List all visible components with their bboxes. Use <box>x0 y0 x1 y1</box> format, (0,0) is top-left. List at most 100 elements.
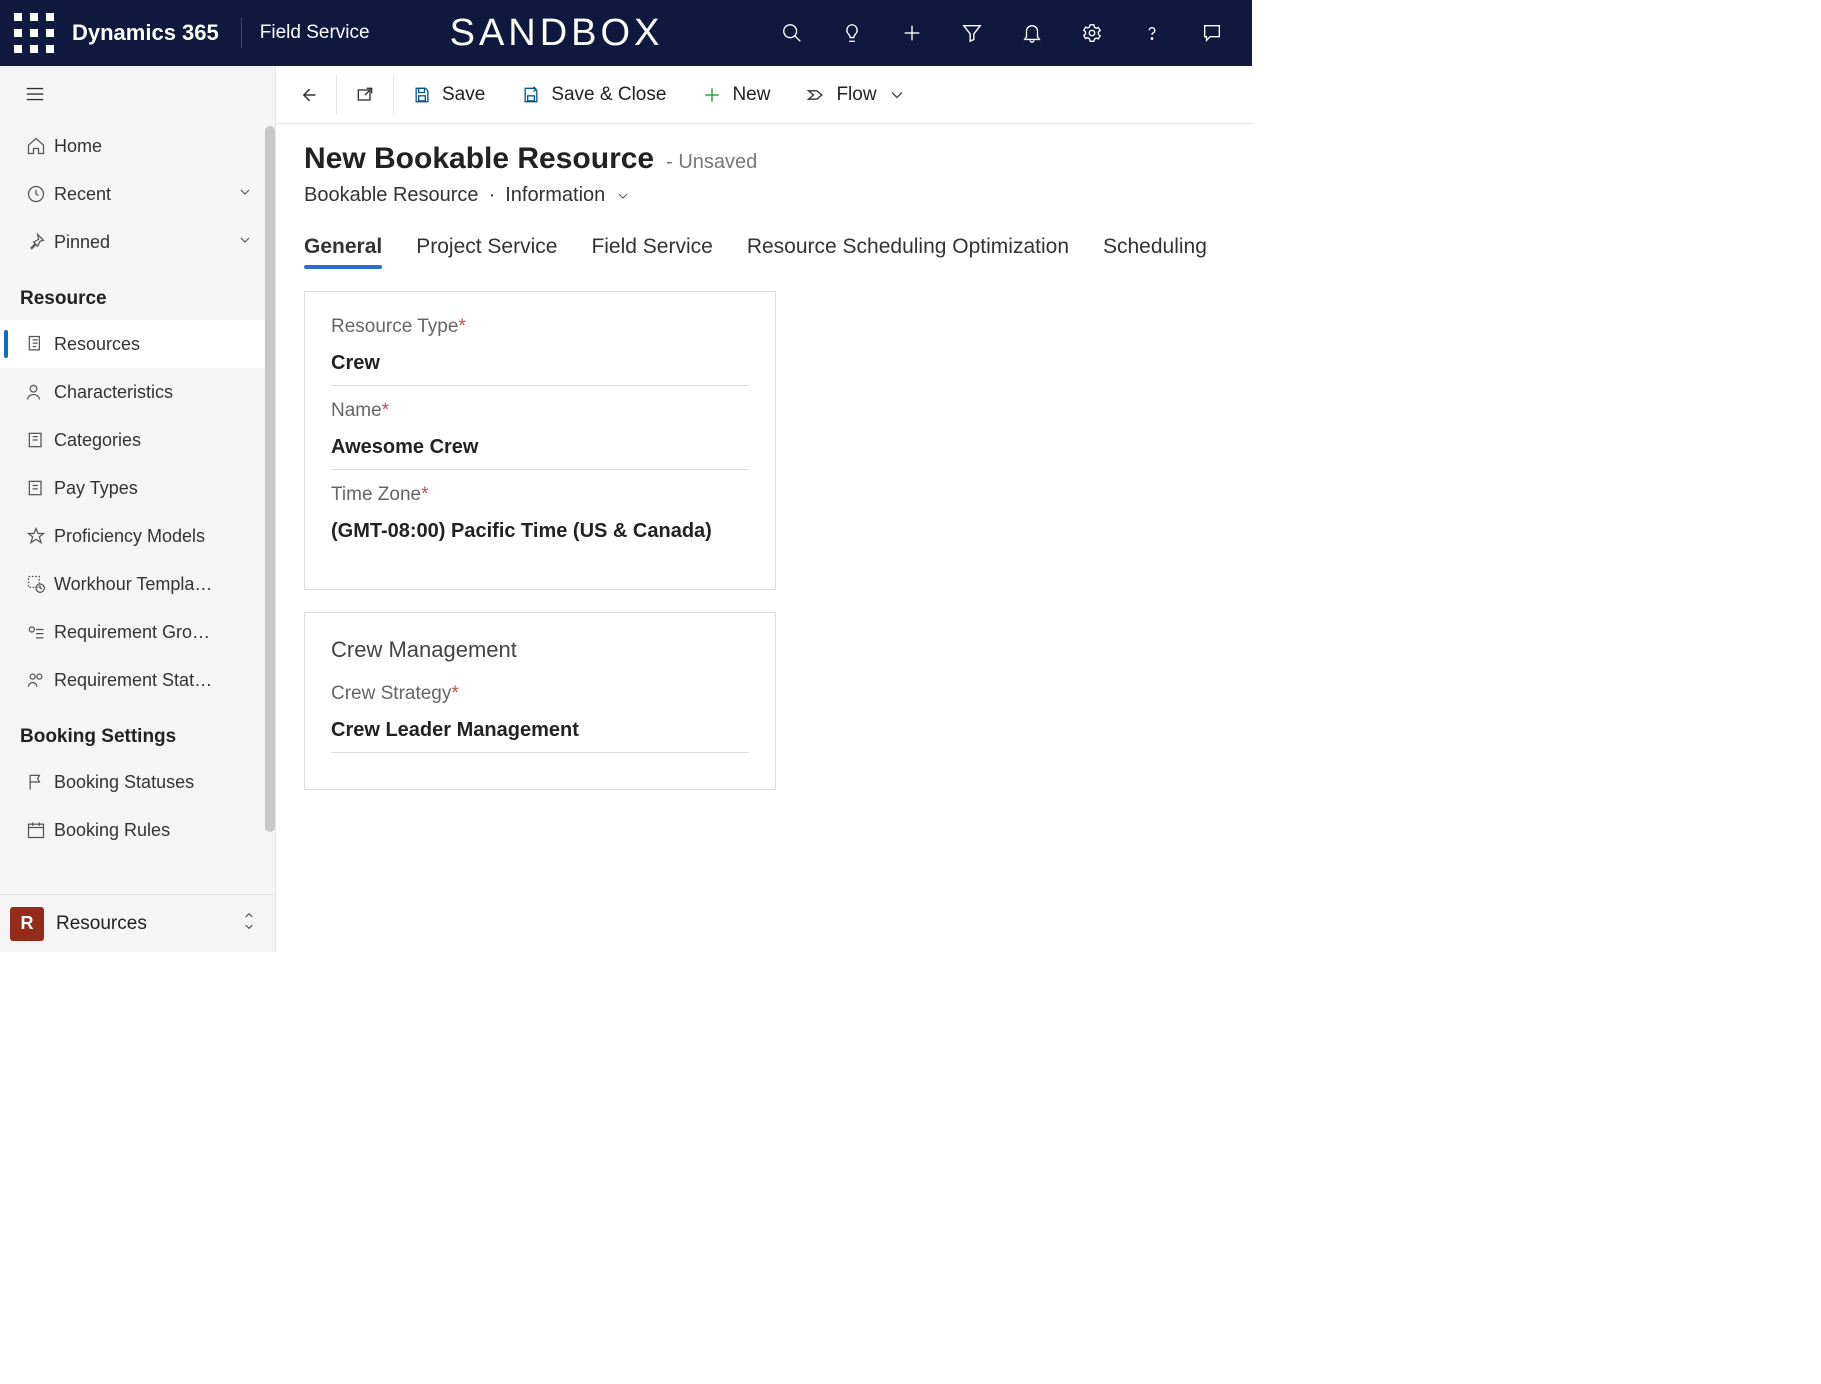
sidebar-item-booking-rules[interactable]: Booking Rules <box>0 806 267 854</box>
area-label: Resources <box>56 913 147 935</box>
help-icon <box>1141 22 1163 44</box>
tab-project-service[interactable]: Project Service <box>416 235 557 269</box>
app-launcher-button[interactable] <box>10 0 58 66</box>
global-nav: Dynamics 365 Field Service SANDBOX <box>0 0 1252 66</box>
entity-label: Bookable Resource <box>304 184 479 207</box>
sidebar-item-resources[interactable]: Resources <box>0 320 267 368</box>
field-time-zone[interactable]: Time Zone* (GMT-08:00) Pacific Time (US … <box>331 484 749 553</box>
sitemap: Home Recent Pinned Resource Resources Ch… <box>0 66 276 952</box>
field-label: Resource Type <box>331 316 458 337</box>
sidebar-item-requirement-groups[interactable]: Requirement Gro… <box>0 608 267 656</box>
back-button[interactable] <box>280 66 336 124</box>
sidebar-item-label: Proficiency Models <box>54 526 205 547</box>
popout-icon <box>355 85 375 105</box>
page-title: New Bookable Resource <box>304 142 654 176</box>
field-value[interactable]: Crew Leader Management <box>331 705 749 753</box>
chevron-down-icon <box>615 188 631 204</box>
section-title: Crew Management <box>331 637 749 663</box>
field-resource-type[interactable]: Resource Type* Crew <box>331 316 749 386</box>
save-button[interactable]: Save <box>394 66 503 124</box>
sidebar-item-requirement-statuses[interactable]: Requirement Stat… <box>0 656 267 704</box>
field-value[interactable]: Crew <box>331 338 749 386</box>
sidebar-item-label: Pay Types <box>54 478 138 499</box>
sidebar-item-characteristics[interactable]: Characteristics <box>0 368 267 416</box>
nav-group-booking-settings: Booking Settings <box>0 704 267 758</box>
add-button[interactable] <box>882 0 942 66</box>
person-icon <box>26 382 46 402</box>
filter-button[interactable] <box>942 0 1002 66</box>
open-new-window-button[interactable] <box>337 66 393 124</box>
save-close-label: Save & Close <box>551 84 666 106</box>
area-badge: R <box>10 907 44 941</box>
sidebar-item-home[interactable]: Home <box>0 122 267 170</box>
settings-button[interactable] <box>1062 0 1122 66</box>
sitemap-toggle-button[interactable] <box>0 66 275 122</box>
notifications-button[interactable] <box>1002 0 1062 66</box>
sidebar-item-label: Home <box>54 136 102 157</box>
sidebar-item-categories[interactable]: Categories <box>0 416 267 464</box>
section-crew-management: Crew Management Crew Strategy* Crew Lead… <box>304 612 776 790</box>
plus-icon <box>901 22 923 44</box>
lightbulb-icon <box>841 22 863 44</box>
chevron-down-icon <box>237 232 253 248</box>
sidebar-item-label: Booking Statuses <box>54 772 194 793</box>
required-mark: * <box>382 400 389 421</box>
waffle-icon <box>10 9 58 57</box>
required-mark: * <box>421 484 428 505</box>
page-header: New Bookable Resource - Unsaved <box>304 142 1224 176</box>
sidebar-item-label: Categories <box>54 430 141 451</box>
back-arrow-icon <box>298 85 318 105</box>
field-name[interactable]: Name* Awesome Crew <box>331 400 749 470</box>
plus-icon <box>702 85 722 105</box>
sidebar-item-booking-statuses[interactable]: Booking Statuses <box>0 758 267 806</box>
separator <box>241 18 242 48</box>
tab-general[interactable]: General <box>304 235 382 269</box>
flag-icon <box>26 772 46 792</box>
form-selector[interactable]: Bookable Resource · Information <box>304 184 1224 207</box>
flow-label: Flow <box>836 84 876 106</box>
chat-button[interactable] <box>1182 0 1242 66</box>
main-content: Save Save & Close New Flow New Bookable … <box>276 66 1252 952</box>
sidebar-item-recent[interactable]: Recent <box>0 170 267 218</box>
sidebar-item-proficiency-models[interactable]: Proficiency Models <box>0 512 267 560</box>
required-mark: * <box>451 683 458 704</box>
save-close-button[interactable]: Save & Close <box>503 66 684 124</box>
chevron-down-icon <box>887 85 907 105</box>
area-switcher[interactable]: R Resources <box>0 894 275 952</box>
tab-scheduling[interactable]: Scheduling <box>1103 235 1207 269</box>
reqgroup-icon <box>26 622 46 642</box>
save-close-icon <box>521 85 541 105</box>
sidebar-item-label: Requirement Gro… <box>54 622 210 643</box>
field-crew-strategy[interactable]: Crew Strategy* Crew Leader Management <box>331 683 749 753</box>
field-value[interactable]: (GMT-08:00) Pacific Time (US & Canada) <box>331 506 749 553</box>
flow-icon <box>806 85 826 105</box>
sidebar-item-workhour-templates[interactable]: Workhour Templa… <box>0 560 267 608</box>
flow-button[interactable]: Flow <box>788 66 924 124</box>
sidebar-item-pay-types[interactable]: Pay Types <box>0 464 267 512</box>
brand-label[interactable]: Dynamics 365 <box>58 20 233 46</box>
star-icon <box>26 526 46 546</box>
separator-dot: · <box>489 184 496 207</box>
funnel-icon <box>961 22 983 44</box>
bell-icon <box>1021 22 1043 44</box>
assistant-button[interactable] <box>822 0 882 66</box>
chevron-down-icon <box>237 184 253 200</box>
search-button[interactable] <box>762 0 822 66</box>
form-name: Information <box>505 184 605 207</box>
global-commands <box>762 0 1242 66</box>
field-label: Crew Strategy <box>331 683 451 704</box>
sidebar-scrollbar[interactable] <box>265 126 275 832</box>
tab-field-service[interactable]: Field Service <box>591 235 712 269</box>
help-button[interactable] <box>1122 0 1182 66</box>
app-name-label[interactable]: Field Service <box>250 22 380 44</box>
record-status: - Unsaved <box>666 151 757 174</box>
field-value[interactable]: Awesome Crew <box>331 422 749 470</box>
sidebar-item-pinned[interactable]: Pinned <box>0 218 267 266</box>
save-label: Save <box>442 84 485 106</box>
required-mark: * <box>458 316 465 337</box>
tab-rso[interactable]: Resource Scheduling Optimization <box>747 235 1069 269</box>
hamburger-icon <box>24 83 46 105</box>
command-bar: Save Save & Close New Flow <box>276 66 1252 124</box>
reqstatus-icon <box>26 670 46 690</box>
new-button[interactable]: New <box>684 66 788 124</box>
